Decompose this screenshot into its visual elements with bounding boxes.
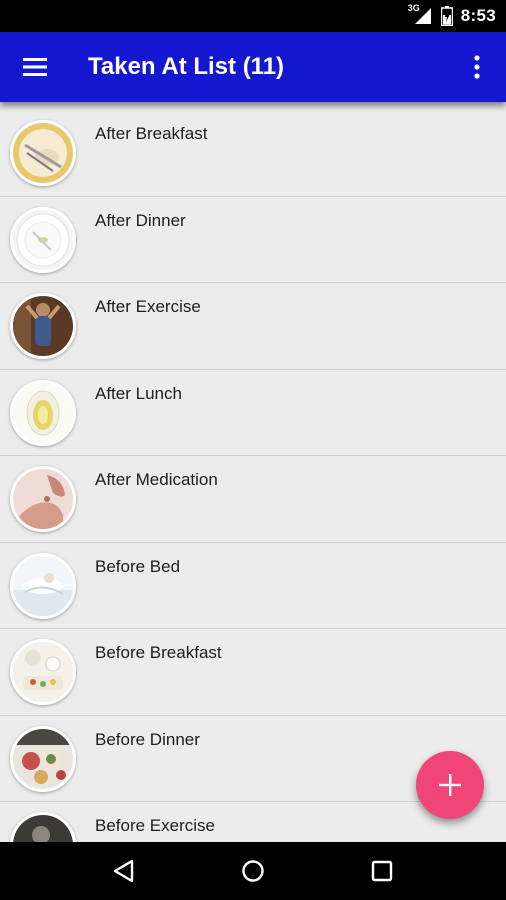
list-item[interactable]: After Lunch — [0, 370, 506, 456]
list-item-label: After Breakfast — [95, 124, 208, 143]
bed-image — [10, 552, 76, 619]
medication-hands-image — [10, 466, 76, 532]
list-item[interactable]: After Medication — [0, 456, 506, 543]
status-bar: 3G 8:53 — [0, 0, 506, 32]
list-item-label: After Exercise — [95, 297, 201, 316]
taken-at-list: After Breakfast After Dinner After Exerc… — [0, 110, 506, 842]
add-icon — [439, 774, 461, 796]
list-item[interactable]: After Dinner — [0, 197, 506, 283]
more-vert-icon[interactable] — [448, 32, 506, 102]
signal-icon: 3G — [407, 3, 433, 26]
pre-exercise-image — [10, 812, 76, 842]
list-item-label: Before Breakfast — [95, 643, 222, 662]
list-item-label: Before Exercise — [95, 816, 215, 835]
empty-plate-image — [10, 206, 76, 273]
list-item[interactable]: After Exercise — [0, 283, 506, 370]
lunch-plate-image — [10, 379, 76, 446]
list-item-label: After Dinner — [95, 210, 186, 230]
navigation-bar — [0, 842, 506, 900]
status-time: 8:53 — [460, 6, 496, 25]
list-item[interactable]: Before Bed — [0, 543, 506, 629]
network-type: 3G — [407, 3, 420, 13]
list-item-label: Before Bed — [95, 556, 181, 576]
list-item-label: After Lunch — [95, 383, 182, 403]
list-item-label: Before Dinner — [95, 729, 200, 749]
list-item-label: After Medication — [95, 470, 218, 489]
home-circle-icon[interactable] — [223, 842, 283, 900]
back-triangle-icon[interactable] — [94, 842, 154, 900]
list-item[interactable]: After Breakfast — [0, 110, 506, 197]
recents-square-icon[interactable] — [352, 842, 412, 900]
app-bar: Taken At List (11) — [0, 32, 506, 102]
breakfast-table-image — [10, 639, 76, 705]
battery-icon — [440, 6, 454, 27]
add-button[interactable] — [416, 751, 484, 819]
page-title: Taken At List (11) — [88, 53, 285, 80]
list-item[interactable]: Before Breakfast — [0, 629, 506, 716]
exercise-woman-image — [10, 293, 76, 359]
plate-fork-image — [10, 120, 76, 186]
hamburger-menu-icon[interactable] — [0, 32, 70, 102]
dinner-table-image — [10, 725, 76, 792]
